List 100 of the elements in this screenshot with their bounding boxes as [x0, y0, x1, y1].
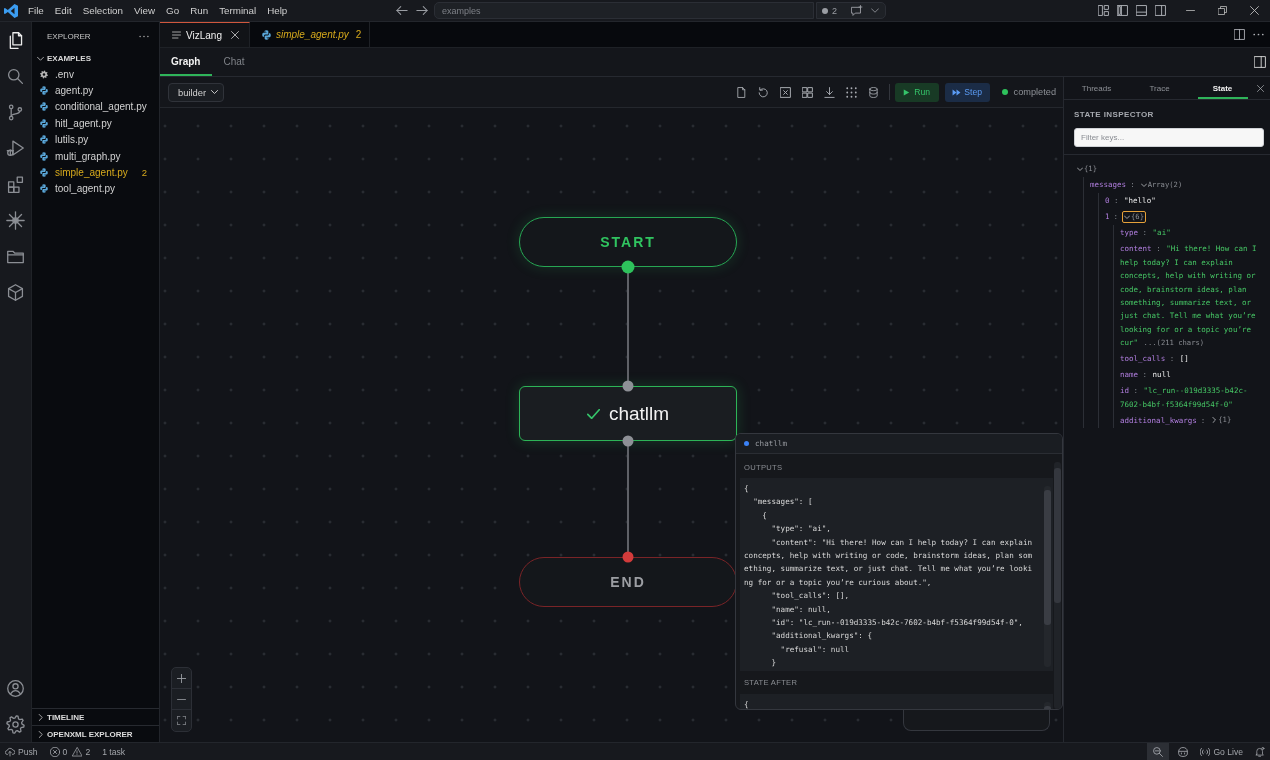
more-icon[interactable] — [1253, 33, 1264, 36]
file-name[interactable]: agent.py — [55, 85, 94, 97]
python-file-icon — [40, 151, 48, 161]
branch-icon[interactable] — [6, 102, 25, 122]
inspector-title: STATE INSPECTOR — [1074, 109, 1155, 121]
graph-node[interactable]: END — [519, 557, 737, 607]
blocks-icon[interactable] — [6, 174, 25, 194]
scrollbar[interactable] — [1044, 486, 1051, 667]
step-forward-icon — [952, 88, 962, 96]
settings-icon[interactable] — [6, 714, 25, 734]
python-file-icon — [40, 118, 48, 128]
bell-icon[interactable] — [1255, 746, 1265, 757]
bottom-panel-icon[interactable] — [1136, 5, 1147, 16]
zoom-button[interactable] — [1147, 743, 1170, 760]
status-dot-icon — [822, 7, 828, 14]
database-icon[interactable] — [867, 86, 879, 98]
panel-tab[interactable]: Trace — [1128, 77, 1191, 99]
handle-dot-icon[interactable] — [621, 260, 635, 274]
close-icon[interactable] — [1257, 84, 1264, 92]
download-icon[interactable] — [823, 86, 835, 98]
run-debug-icon[interactable] — [6, 138, 25, 158]
menu-item[interactable]: Help — [267, 5, 288, 16]
menu-item[interactable]: Run — [190, 5, 209, 16]
layout-icon[interactable] — [1098, 5, 1109, 16]
play-icon — [903, 88, 911, 96]
editor-logo-icon[interactable] — [4, 3, 18, 18]
view-tab[interactable]: Chat — [212, 48, 257, 76]
python-file-icon — [40, 168, 48, 178]
warning-icon[interactable] — [72, 746, 83, 757]
more-icon[interactable] — [139, 34, 149, 38]
chat-icon[interactable] — [851, 5, 863, 16]
problem-count: 2 — [355, 29, 362, 40]
status-dot-icon — [1001, 89, 1008, 95]
graph-select[interactable]: builder — [168, 82, 224, 102]
command-center[interactable]: examples — [434, 2, 814, 19]
file-name[interactable]: tool_agent.py — [55, 183, 116, 195]
left-sidebar-icon[interactable] — [1117, 5, 1128, 16]
file-name[interactable]: conditional_agent.py — [55, 101, 147, 113]
close-icon — [1249, 6, 1259, 15]
file-name[interactable]: multi_graph.py — [55, 150, 121, 162]
title-status-group[interactable]: 2 — [816, 2, 886, 19]
robot-face-icon[interactable] — [1178, 746, 1189, 757]
menu-item[interactable]: Go — [166, 5, 180, 16]
close-icon[interactable] — [231, 31, 239, 39]
error-icon[interactable] — [49, 746, 60, 757]
file-name[interactable]: .env — [55, 68, 74, 80]
handle-dot-icon[interactable] — [622, 380, 634, 392]
sidebar-title: EXPLORER — [47, 31, 92, 41]
search-icon[interactable] — [6, 66, 25, 86]
panel-toggle-icon[interactable] — [1254, 56, 1266, 68]
menu-item[interactable]: Terminal — [219, 5, 257, 16]
dots-grid-icon[interactable] — [845, 86, 857, 98]
node-label: END — [610, 574, 646, 590]
menu-item[interactable]: Selection — [82, 5, 123, 16]
file-name[interactable]: hitl_agent.py — [55, 117, 112, 129]
cube-icon[interactable] — [6, 282, 25, 302]
close-square-icon[interactable] — [779, 86, 791, 98]
back-arrow-icon[interactable] — [396, 6, 408, 15]
account-icon[interactable] — [6, 678, 25, 698]
split-editor-icon[interactable] — [1234, 29, 1245, 40]
gear-icon — [40, 69, 48, 79]
file-name[interactable]: simple_agent.py — [55, 167, 128, 179]
filter-field[interactable]: Filter keys... — [1074, 128, 1264, 147]
chevron-down-icon[interactable] — [871, 8, 879, 13]
menu-item[interactable]: View — [134, 5, 156, 16]
scrollbar[interactable] — [1054, 462, 1061, 709]
grid-icon[interactable] — [801, 86, 813, 98]
menu-item[interactable]: Edit — [54, 5, 72, 16]
forward-arrow-icon[interactable] — [416, 6, 428, 15]
node-label: chatllm — [608, 402, 670, 425]
go-live-button[interactable]: Go Live — [1200, 746, 1243, 757]
push-button[interactable]: Push — [5, 746, 38, 757]
step-button[interactable]: Step — [944, 82, 990, 102]
panel-header[interactable]: TIMELINE — [32, 708, 159, 725]
folder-header[interactable]: EXAMPLES — [32, 50, 159, 66]
error-count[interactable]: 0 — [62, 746, 68, 757]
cloud-upload-icon — [5, 746, 15, 757]
editor-tab[interactable]: VizLang — [160, 22, 250, 47]
refresh-icon[interactable] — [757, 86, 769, 98]
file-name[interactable]: lutils.py — [55, 134, 89, 146]
panel-tab[interactable]: Threads — [1065, 77, 1128, 99]
lines-icon — [172, 31, 181, 39]
handle-dot-icon[interactable] — [622, 551, 634, 563]
warning-count[interactable]: 2 — [85, 746, 91, 757]
menu-item[interactable]: File — [28, 5, 44, 16]
run-button[interactable]: Run — [894, 82, 939, 102]
python-file-icon — [40, 184, 48, 194]
run-status: completed — [1013, 87, 1056, 97]
right-sidebar-icon[interactable] — [1155, 5, 1166, 16]
chevron-down-icon — [211, 90, 218, 94]
task-count[interactable]: 1 task — [102, 746, 126, 757]
graph-node[interactable]: START — [519, 217, 737, 267]
graph-node[interactable]: chatllm — [519, 386, 737, 441]
editor-tab[interactable]: simple_agent.py 2 — [250, 22, 370, 47]
minus-icon — [177, 698, 186, 700]
plus-icon — [177, 673, 186, 683]
zoom-out-icon — [1153, 746, 1164, 757]
file-icon[interactable] — [735, 86, 747, 98]
starburst-icon[interactable] — [6, 210, 25, 230]
handle-dot-icon[interactable] — [622, 435, 634, 447]
